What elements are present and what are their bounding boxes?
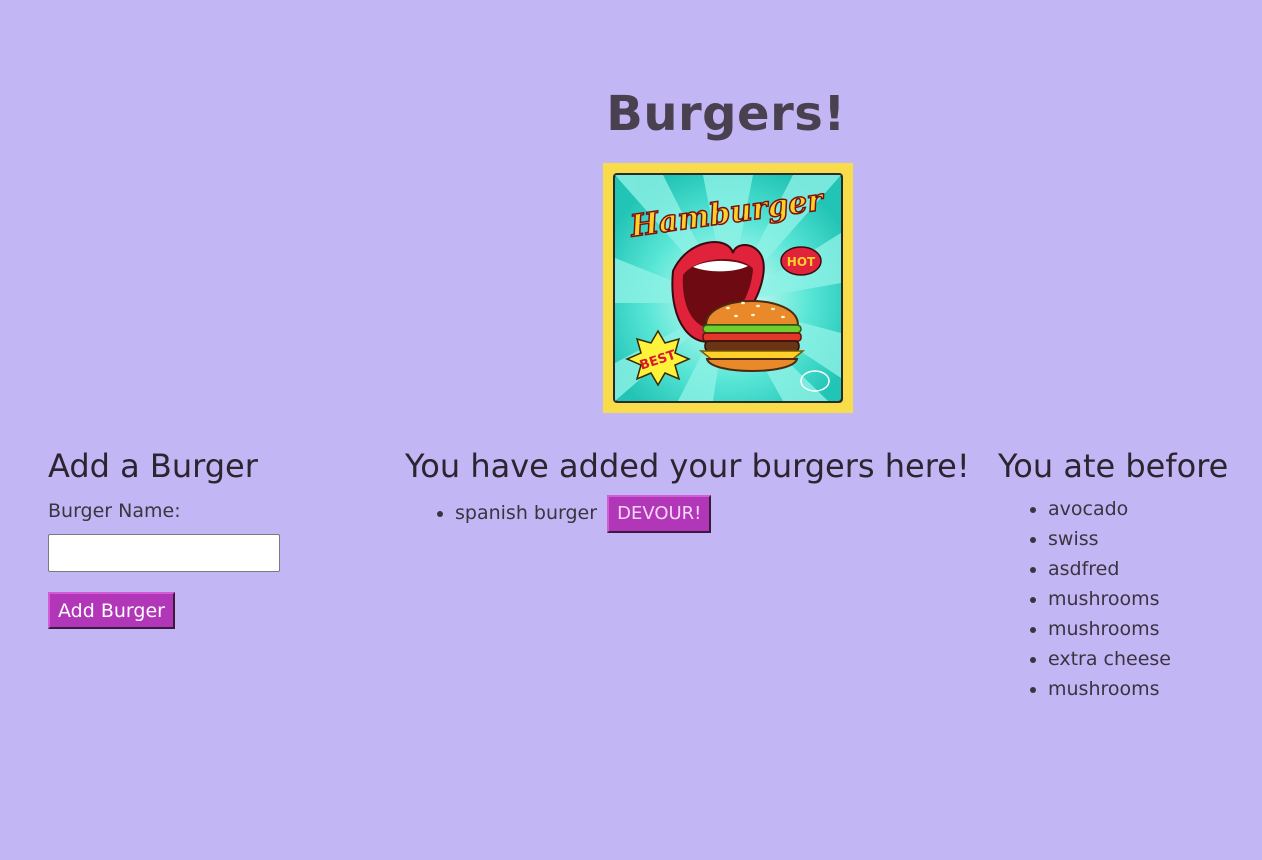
- eaten-burger-item: mushrooms: [1048, 584, 1258, 614]
- add-burger-button[interactable]: Add Burger: [48, 592, 175, 629]
- eaten-burger-item: swiss: [1048, 524, 1258, 554]
- hamburger-poster-image: Hamburger HOT BEST: [603, 163, 853, 413]
- eaten-burgers-heading: You ate before: [998, 447, 1229, 485]
- burger-name-label: Burger Name:: [48, 500, 181, 522]
- eaten-burgers-section: You ate before avocado swiss asdfred mus…: [998, 444, 1258, 704]
- hot-badge-text: HOT: [787, 255, 816, 269]
- eaten-burger-item: asdfred: [1048, 554, 1258, 584]
- hamburger-illustration: Hamburger HOT BEST: [613, 173, 843, 403]
- page-title: Burgers!: [606, 86, 846, 142]
- added-burgers-list: spanish burger DEVOUR!: [405, 494, 985, 533]
- added-burger-name: spanish burger: [455, 502, 598, 524]
- added-burgers-heading: You have added your burgers here!: [405, 447, 970, 485]
- eaten-burger-item: mushrooms: [1048, 614, 1258, 644]
- eaten-burger-item: extra cheese: [1048, 644, 1258, 674]
- added-burgers-section: You have added your burgers here! spanis…: [405, 444, 985, 533]
- devour-button[interactable]: DEVOUR!: [607, 494, 712, 533]
- eaten-burger-item: mushrooms: [1048, 674, 1258, 704]
- eaten-burger-item: avocado: [1048, 494, 1258, 524]
- eaten-burgers-list: avocado swiss asdfred mushrooms mushroom…: [998, 494, 1258, 704]
- added-burger-item: spanish burger DEVOUR!: [455, 494, 985, 533]
- burger-name-input[interactable]: [48, 534, 280, 572]
- add-burger-heading: Add a Burger: [48, 447, 258, 485]
- add-burger-section: Add a Burger Burger Name: Add Burger: [48, 444, 368, 629]
- page: Burgers! Hamburger HOT BEST Add a Burger…: [0, 0, 1262, 860]
